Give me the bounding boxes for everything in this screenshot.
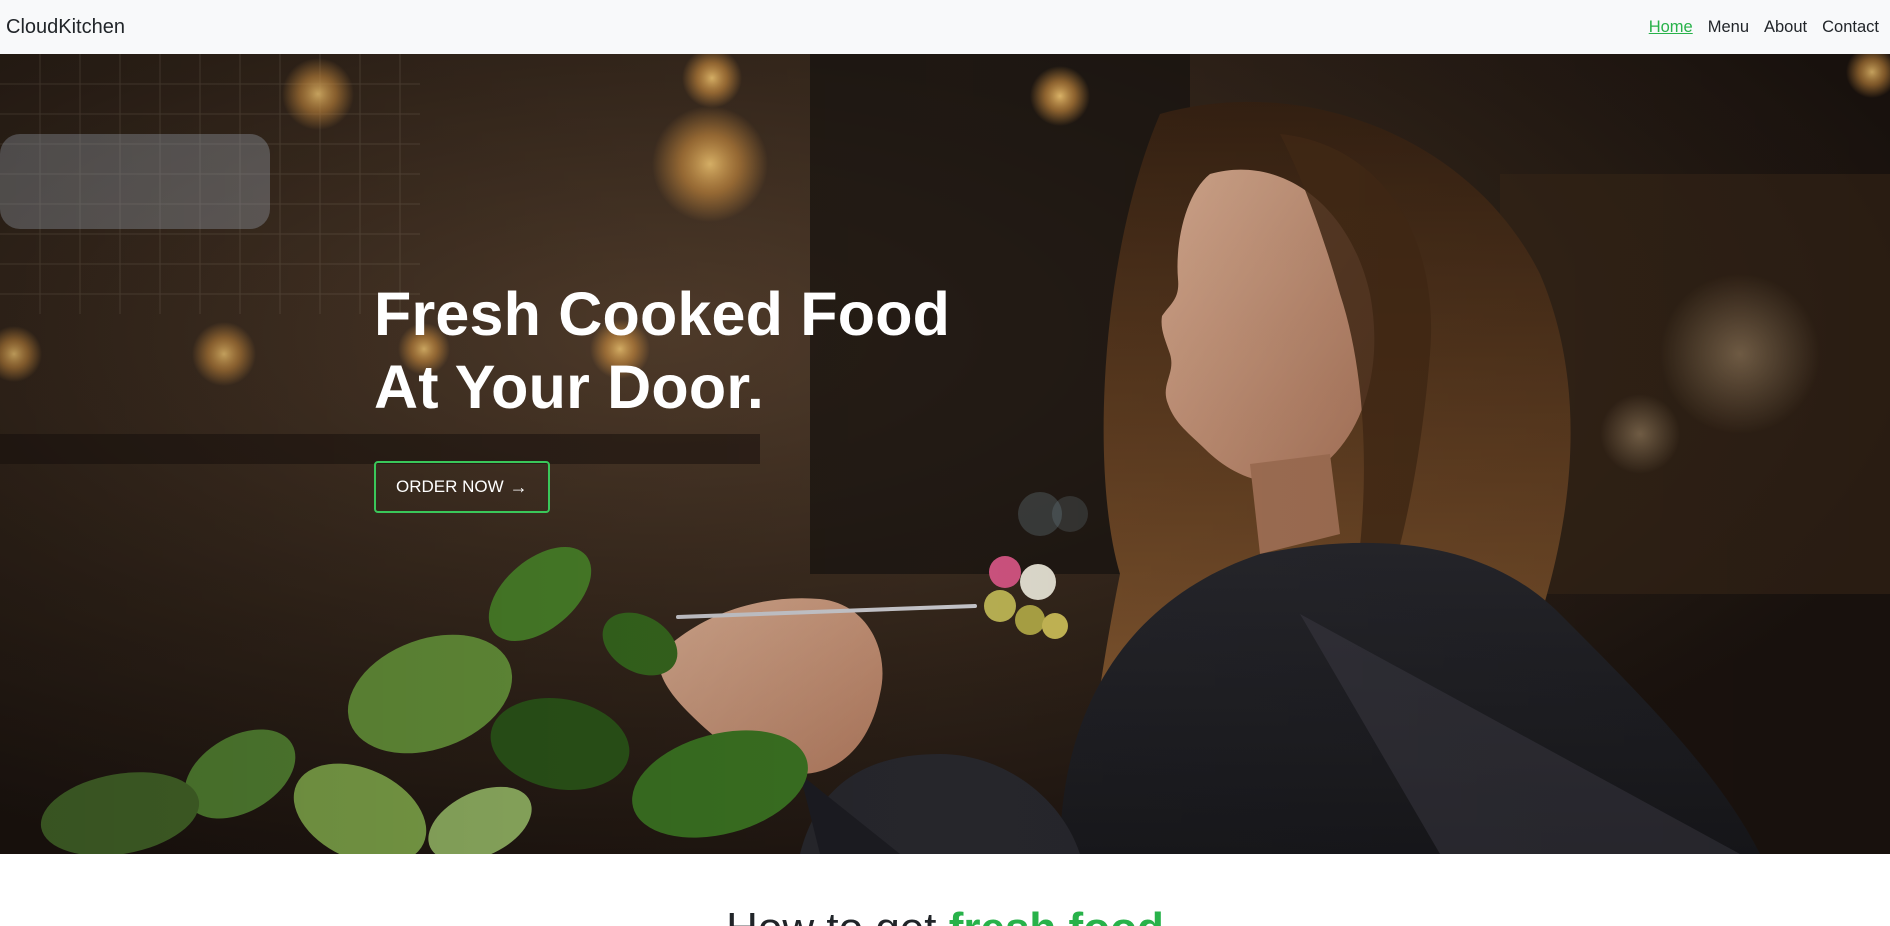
- nav-link-menu[interactable]: Menu: [1700, 0, 1756, 54]
- how-to-section: How to get fresh food: [0, 854, 1890, 926]
- nav-link-home[interactable]: Home: [1641, 0, 1700, 54]
- hero-title-line-2: At Your Door.: [374, 353, 765, 421]
- hero-section: Fresh Cooked Food At Your Door. ORDER NO…: [0, 54, 1890, 854]
- order-now-label: ORDER NOW: [396, 477, 504, 496]
- how-to-title-accent: fresh food: [949, 904, 1164, 926]
- how-to-title-prefix: How to get: [726, 904, 949, 926]
- order-now-button[interactable]: ORDER NOW →: [374, 461, 550, 513]
- nav-links: Home Menu About Contact: [1641, 0, 1884, 54]
- how-to-title: How to get fresh food: [0, 904, 1890, 926]
- navbar: CloudKitchen Home Menu About Contact: [0, 0, 1890, 54]
- hero-title-line-1: Fresh Cooked Food: [374, 280, 951, 348]
- hero-title: Fresh Cooked Food At Your Door.: [374, 278, 950, 424]
- brand-logo[interactable]: CloudKitchen: [6, 16, 125, 39]
- nav-link-about[interactable]: About: [1757, 0, 1815, 54]
- nav-link-contact[interactable]: Contact: [1815, 0, 1884, 54]
- hero-content: Fresh Cooked Food At Your Door. ORDER NO…: [374, 278, 950, 513]
- arrow-right-icon: →: [509, 477, 528, 497]
